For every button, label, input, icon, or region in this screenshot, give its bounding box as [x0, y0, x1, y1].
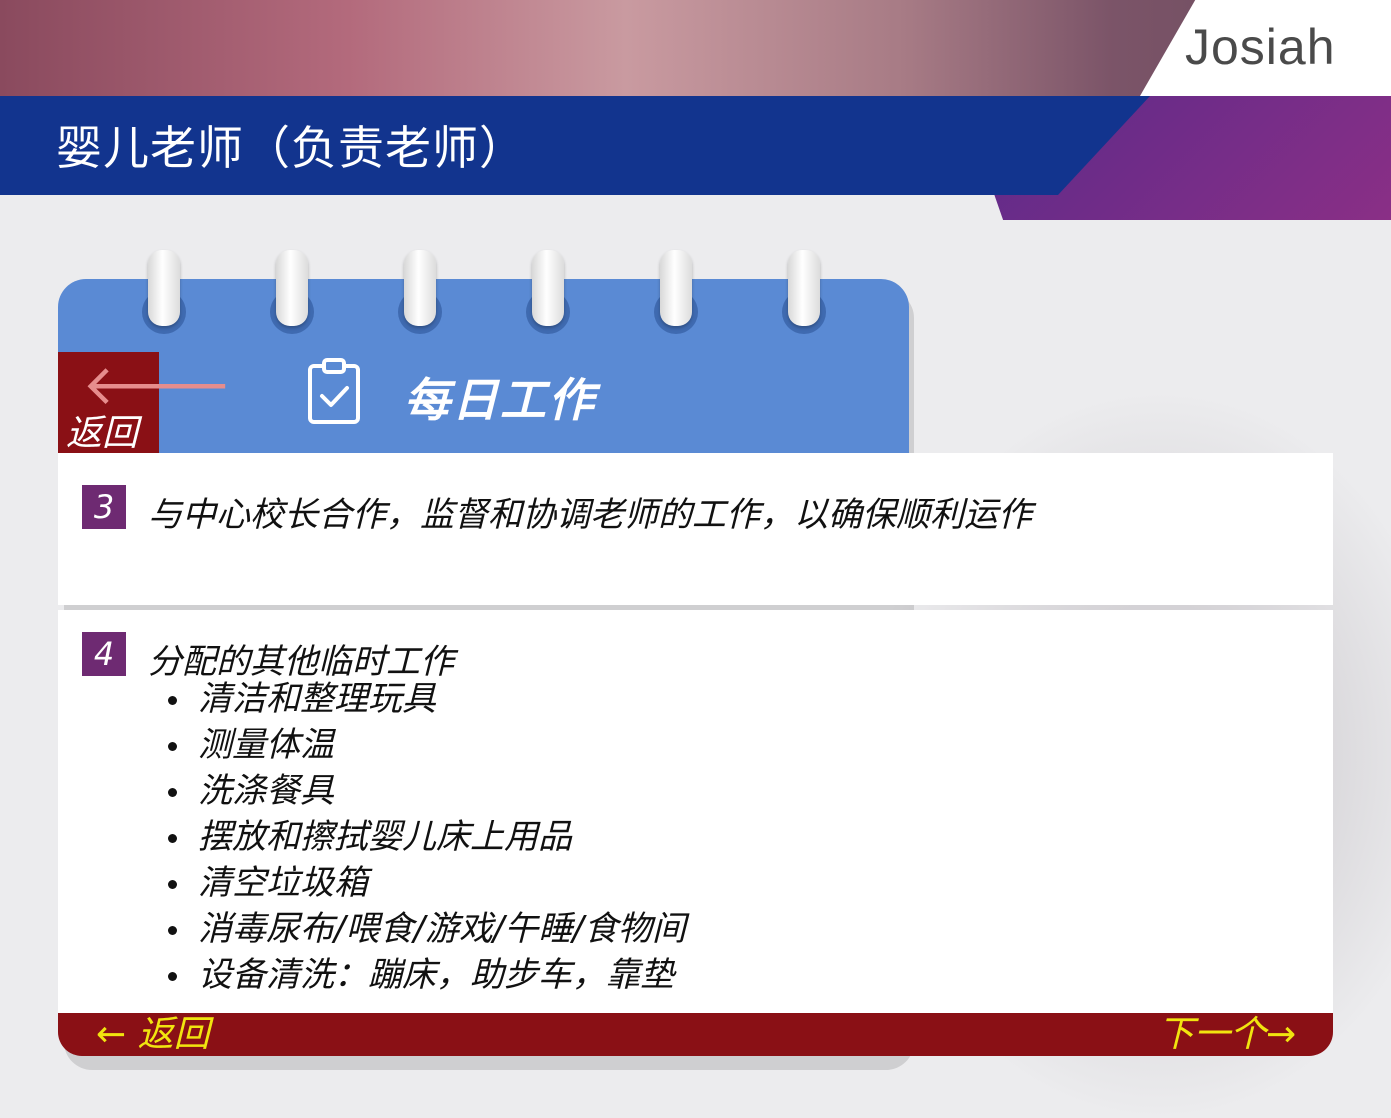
page-title: 婴儿老师（负责老师）: [56, 121, 526, 175]
binder-ring: [782, 250, 826, 334]
clipboard-check-icon: [308, 358, 360, 424]
list-item-text: 消毒尿布/喂食/游戏/午睡/食物间: [198, 909, 686, 949]
bullet-icon: [168, 880, 177, 889]
list-item-text: 清空垃圾箱: [198, 863, 368, 903]
logo: Josiah: [1185, 19, 1336, 75]
list-item: 测量体温: [160, 722, 686, 768]
binder-ring: [526, 250, 570, 334]
item-text: 与中心校长合作，监督和协调老师的工作，以确保顺利运作: [148, 495, 1032, 535]
item-number-badge: 4: [82, 632, 126, 676]
item-number-badge: 3: [82, 485, 126, 529]
bullet-icon: [168, 926, 177, 935]
list-item-text: 设备清洗：蹦床，助步车，靠垫: [198, 955, 674, 995]
binder-ring: [398, 250, 442, 334]
bullet-icon: [168, 834, 177, 843]
card-title: 每日工作: [404, 373, 596, 427]
footer-bar: [58, 1013, 1333, 1056]
subitem-list: 清洁和整理玩具 测量体温 洗涤餐具 摆放和擦拭婴儿床上用品 清空垃圾箱 消毒尿布…: [160, 676, 686, 998]
list-item: 洗涤餐具: [160, 768, 686, 814]
list-item: 清洁和整理玩具: [160, 676, 686, 722]
footer-next-button[interactable]: 下一个→: [1158, 1014, 1296, 1056]
binder-ring: [270, 250, 314, 334]
card-back-label[interactable]: 返回: [66, 404, 138, 456]
list-item: 消毒尿布/喂食/游戏/午睡/食物间: [160, 906, 686, 952]
bullet-icon: [168, 696, 177, 705]
bullet-icon: [168, 788, 177, 797]
bullet-icon: [168, 972, 177, 981]
list-item-text: 摆放和擦拭婴儿床上用品: [198, 817, 572, 857]
footer-back-button[interactable]: ← 返回: [96, 1014, 210, 1056]
list-item: 摆放和擦拭婴儿床上用品: [160, 814, 686, 860]
list-item: 设备清洗：蹦床，助步车，靠垫: [160, 952, 686, 998]
binder-ring: [142, 250, 186, 334]
list-item-text: 测量体温: [198, 725, 334, 765]
list-item-text: 清洁和整理玩具: [198, 679, 436, 719]
bullet-icon: [168, 742, 177, 751]
binder-ring: [654, 250, 698, 334]
list-item: 清空垃圾箱: [160, 860, 686, 906]
list-item-text: 洗涤餐具: [198, 771, 334, 811]
